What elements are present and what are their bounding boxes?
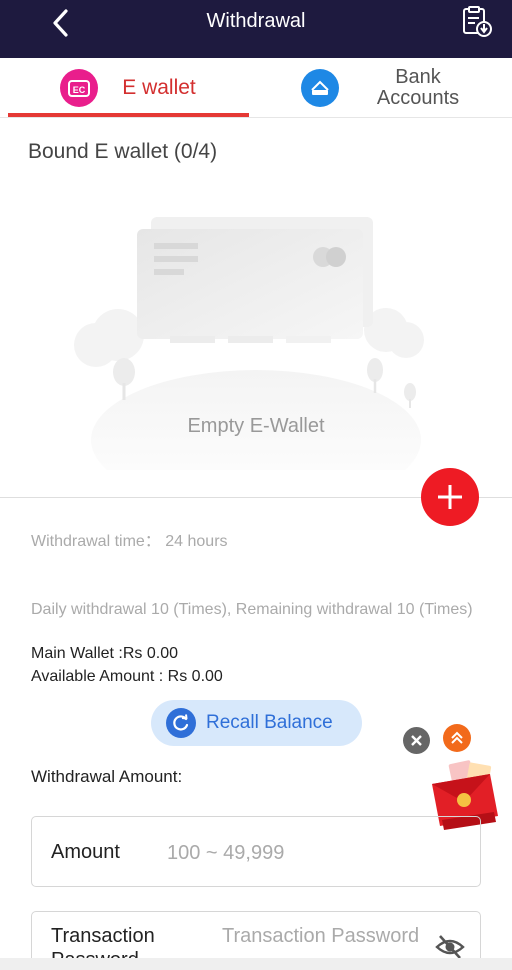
- close-promo-button[interactable]: [403, 727, 430, 754]
- tab-bank-accounts[interactable]: Bank Accounts: [262, 58, 512, 118]
- amount-field-container: Amount: [31, 816, 481, 887]
- plus-icon: [438, 485, 462, 509]
- bank-card-icon: [301, 69, 339, 107]
- clipboard-download-icon: [463, 6, 492, 37]
- tab-label-ewallet: E wallet: [122, 76, 196, 99]
- bound-ewallet-title: Bound E wallet (0/4): [28, 140, 218, 163]
- tab-label-bank: Bank Accounts: [376, 66, 460, 109]
- amount-label: Amount: [51, 841, 120, 863]
- empty-wallet-label: Empty E-Wallet: [187, 415, 325, 437]
- records-button[interactable]: [460, 5, 494, 39]
- withdrawal-amount-label: Withdrawal Amount:: [31, 767, 183, 786]
- scroll-top-button[interactable]: [443, 724, 471, 752]
- refresh-icon: [166, 708, 196, 738]
- tab-ewallet[interactable]: EC E wallet: [8, 58, 248, 118]
- add-ewallet-button[interactable]: [421, 468, 479, 526]
- recall-balance-button[interactable]: Recall Balance: [151, 700, 362, 746]
- active-tab-indicator: [8, 113, 249, 117]
- daily-withdrawal-limit: Daily withdrawal 10 (Times), Remaining w…: [31, 601, 473, 618]
- page-title: Withdrawal: [206, 10, 306, 32]
- double-chevron-up-icon: [451, 731, 463, 744]
- withdrawal-time: Withdrawal time： 24 hours: [31, 533, 228, 550]
- wallet-tabs: EC E wallet Bank Accounts: [0, 58, 512, 118]
- ewallet-icon: EC: [60, 69, 99, 107]
- bottom-bar: [0, 958, 512, 970]
- svg-text:EC: EC: [73, 85, 86, 95]
- available-amount: Available Amount : Rs 0.00: [31, 668, 223, 685]
- recall-balance-label: Recall Balance: [206, 712, 333, 733]
- main-wallet-balance: Main Wallet :Rs 0.00: [31, 645, 179, 662]
- eye-off-icon[interactable]: [435, 934, 465, 960]
- header-bar: Withdrawal: [0, 0, 512, 58]
- close-icon: [411, 735, 422, 746]
- amount-input[interactable]: [167, 837, 457, 869]
